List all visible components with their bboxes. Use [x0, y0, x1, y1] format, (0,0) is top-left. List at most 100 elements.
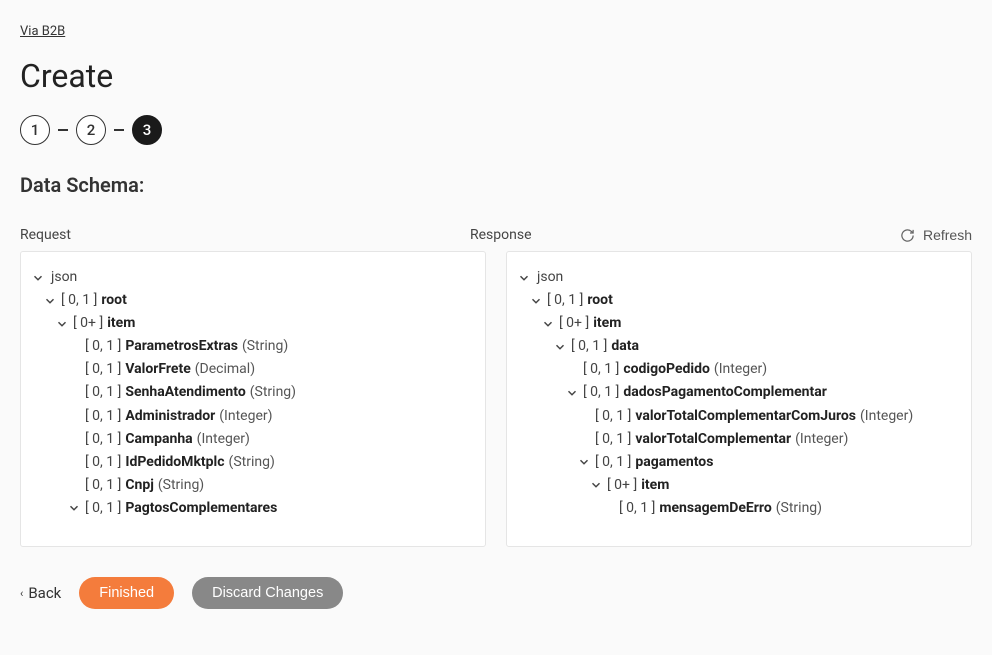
breadcrumb-link[interactable]: Via B2B: [20, 24, 65, 39]
chevron-down-icon[interactable]: [517, 271, 531, 285]
chevron-down-icon[interactable]: [67, 501, 81, 515]
tree-root-label: json: [537, 266, 563, 289]
field-name: ValorFrete: [125, 358, 190, 381]
chevron-down-icon[interactable]: [565, 386, 579, 400]
cardinality-range: [ 0, 1 ]: [595, 428, 631, 451]
field-name: SenhaAtendimento: [125, 381, 245, 404]
tree-row[interactable]: [ 0, 1 ]ValorFrete(Decimal): [31, 358, 475, 381]
tree-row[interactable]: [ 0, 1 ]SenhaAtendimento(String): [31, 381, 475, 404]
response-schema-panel: json[ 0, 1 ]root[ 0+ ]item[ 0, 1 ]data[ …: [506, 251, 972, 547]
tree-row[interactable]: [ 0, 1 ]Campanha(Integer): [31, 428, 475, 451]
back-button[interactable]: ‹ Back: [20, 584, 61, 602]
tree-root-label: json: [51, 266, 77, 289]
field-type: (Integer): [860, 405, 913, 428]
field-type: (Integer): [197, 428, 250, 451]
tree-row[interactable]: json: [517, 266, 961, 289]
cardinality-range: [ 0, 1 ]: [61, 289, 97, 312]
tree-row[interactable]: [ 0, 1 ]data: [517, 335, 961, 358]
field-name: dadosPagamentoComplementar: [623, 381, 827, 404]
field-name: IdPedidoMktplc: [125, 451, 224, 474]
tree-row[interactable]: [ 0, 1 ]PagtosComplementares: [31, 497, 475, 520]
field-type: (String): [229, 451, 275, 474]
back-label: Back: [28, 584, 61, 602]
field-name: codigoPedido: [623, 358, 710, 381]
step-1[interactable]: 1: [20, 115, 50, 145]
refresh-icon: [900, 228, 915, 243]
cardinality-range: [ 0+ ]: [73, 312, 103, 335]
finished-button[interactable]: Finished: [79, 577, 174, 609]
step-connector: [58, 129, 68, 131]
cardinality-range: [ 0, 1 ]: [85, 405, 121, 428]
tree-row[interactable]: json: [31, 266, 475, 289]
chevron-left-icon: ‹: [20, 587, 23, 600]
field-type: (String): [776, 497, 822, 520]
chevron-down-icon[interactable]: [541, 317, 555, 331]
field-name: PagtosComplementares: [125, 497, 277, 520]
cardinality-range: [ 0, 1 ]: [85, 358, 121, 381]
cardinality-range: [ 0, 1 ]: [85, 474, 121, 497]
chevron-down-icon[interactable]: [55, 317, 69, 331]
tree-row[interactable]: [ 0, 1 ]Administrador(Integer): [31, 405, 475, 428]
chevron-down-icon[interactable]: [577, 455, 591, 469]
cardinality-range: [ 0, 1 ]: [85, 451, 121, 474]
cardinality-range: [ 0, 1 ]: [619, 497, 655, 520]
chevron-down-icon[interactable]: [31, 271, 45, 285]
cardinality-range: [ 0, 1 ]: [85, 335, 121, 358]
discard-changes-button[interactable]: Discard Changes: [192, 577, 343, 609]
stepper: 1 2 3: [20, 115, 972, 145]
field-name: Administrador: [125, 405, 215, 428]
refresh-button[interactable]: Refresh: [900, 227, 972, 243]
chevron-down-icon[interactable]: [43, 294, 57, 308]
chevron-down-icon[interactable]: [553, 340, 567, 354]
cardinality-range: [ 0, 1 ]: [547, 289, 583, 312]
cardinality-range: [ 0, 1 ]: [85, 428, 121, 451]
tree-row[interactable]: [ 0+ ]item: [517, 474, 961, 497]
tree-row[interactable]: [ 0+ ]item: [517, 312, 961, 335]
tree-row[interactable]: [ 0, 1 ]IdPedidoMktplc(String): [31, 451, 475, 474]
tree-row[interactable]: [ 0, 1 ]mensagemDeErro(String): [517, 497, 961, 520]
field-name: root: [587, 289, 612, 312]
cardinality-range: [ 0, 1 ]: [583, 381, 619, 404]
field-name: pagamentos: [635, 451, 713, 474]
tree-row[interactable]: [ 0+ ]item: [31, 312, 475, 335]
chevron-down-icon[interactable]: [529, 294, 543, 308]
tree-row[interactable]: [ 0, 1 ]codigoPedido(Integer): [517, 358, 961, 381]
section-title: Data Schema:: [20, 173, 972, 197]
tree-row[interactable]: [ 0, 1 ]Cnpj(String): [31, 474, 475, 497]
field-name: ParametrosExtras: [125, 335, 238, 358]
cardinality-range: [ 0, 1 ]: [571, 335, 607, 358]
response-label: Response: [470, 227, 900, 243]
tree-row[interactable]: [ 0, 1 ]valorTotalComplementar(Integer): [517, 428, 961, 451]
cardinality-range: [ 0, 1 ]: [595, 405, 631, 428]
tree-row[interactable]: [ 0, 1 ]root: [517, 289, 961, 312]
step-connector: [114, 129, 124, 131]
field-type: (Integer): [714, 358, 767, 381]
cardinality-range: [ 0+ ]: [607, 474, 637, 497]
field-name: item: [107, 312, 135, 335]
cardinality-range: [ 0, 1 ]: [85, 497, 121, 520]
tree-row[interactable]: [ 0, 1 ]dadosPagamentoComplementar: [517, 381, 961, 404]
cardinality-range: [ 0, 1 ]: [583, 358, 619, 381]
field-type: (Integer): [795, 428, 848, 451]
field-name: valorTotalComplementar: [635, 428, 791, 451]
field-name: valorTotalComplementarComJuros: [635, 405, 856, 428]
field-name: data: [611, 335, 639, 358]
tree-row[interactable]: [ 0, 1 ]pagamentos: [517, 451, 961, 474]
cardinality-range: [ 0, 1 ]: [595, 451, 631, 474]
field-type: (Integer): [219, 405, 272, 428]
cardinality-range: [ 0+ ]: [559, 312, 589, 335]
field-name: root: [101, 289, 126, 312]
cardinality-range: [ 0, 1 ]: [85, 381, 121, 404]
step-3[interactable]: 3: [132, 115, 162, 145]
field-name: item: [593, 312, 621, 335]
field-name: item: [641, 474, 669, 497]
chevron-down-icon[interactable]: [589, 478, 603, 492]
field-name: Cnpj: [125, 474, 154, 497]
field-type: (String): [242, 335, 288, 358]
request-schema-panel: json[ 0, 1 ]root[ 0+ ]item[ 0, 1 ]Parame…: [20, 251, 486, 547]
tree-row[interactable]: [ 0, 1 ]valorTotalComplementarComJuros(I…: [517, 405, 961, 428]
field-type: (Decimal): [195, 358, 255, 381]
tree-row[interactable]: [ 0, 1 ]root: [31, 289, 475, 312]
step-2[interactable]: 2: [76, 115, 106, 145]
tree-row[interactable]: [ 0, 1 ]ParametrosExtras(String): [31, 335, 475, 358]
